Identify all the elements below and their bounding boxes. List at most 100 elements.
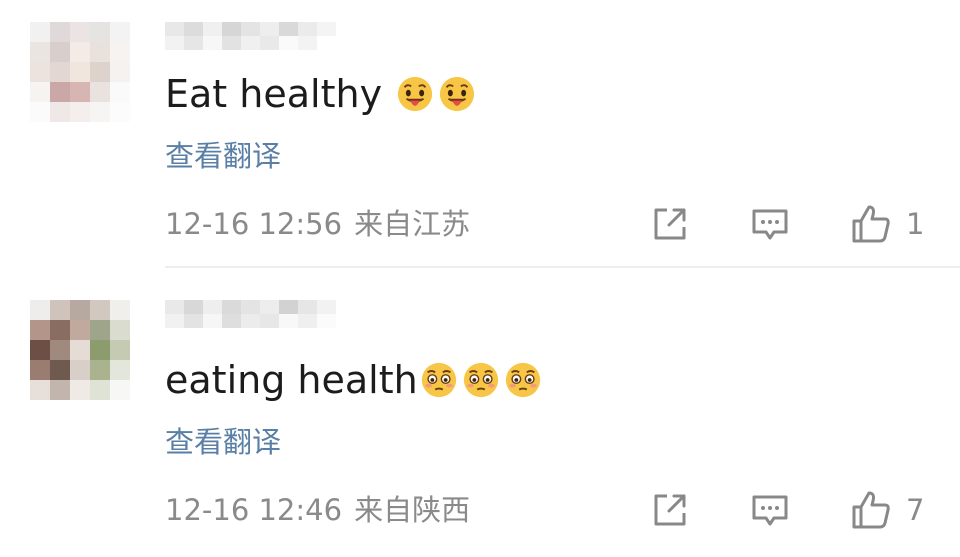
username-pixel [165,300,184,314]
avatar-pixel [90,360,110,380]
username-pixel [298,300,317,314]
username-pixel [279,36,298,50]
avatar-pixel [30,102,50,122]
username-pixelated[interactable] [165,300,336,328]
comment-text-content: eating health [165,358,418,402]
username-pixel [260,22,279,36]
flushed-emoji-icon [463,362,498,398]
username-pixel [279,300,298,314]
username-pixel [165,314,184,328]
username-pixel [241,314,260,328]
tongue-emoji-icon [397,76,433,112]
avatar-pixel [70,340,90,360]
avatar-pixel [90,102,110,122]
avatar-pixel [90,380,110,400]
flushed-emoji-icon [421,362,456,398]
username-pixel [279,314,298,328]
username-pixel [203,314,222,328]
comment-date: 12-16 12:56 [165,207,343,241]
avatar-pixel [110,82,130,102]
avatar-pixel [70,42,90,62]
username-pixel [184,314,203,328]
username-pixel [279,22,298,36]
avatar-pixel [110,22,130,42]
avatar-pixel [110,360,130,380]
username-pixel [184,22,203,36]
share-button[interactable] [650,488,690,532]
avatar-pixel [30,42,50,62]
share-button[interactable] [650,202,690,246]
avatar-pixel [30,82,50,102]
avatar-pixel [110,380,130,400]
username-pixel [241,22,260,36]
comment-meta: 12-16 12:46 来自陕西 [165,488,470,532]
flushed-emoji-icon [505,362,540,398]
avatar-pixel [70,360,90,380]
avatar-pixel [110,300,130,320]
avatar-pixel [90,82,110,102]
username-pixel [260,300,279,314]
avatar-pixel [70,300,90,320]
avatar-pixel [90,340,110,360]
comment-item: Eat healthy 查看翻译 12-16 12:56 来自江苏 1 [0,0,960,282]
avatar-pixel [50,360,70,380]
username-pixel [317,36,336,50]
avatar-pixel [30,360,50,380]
like-button[interactable]: 1 [850,202,924,246]
avatar[interactable] [30,300,130,400]
avatar-pixel [110,102,130,122]
avatar-pixel [30,62,50,82]
reply-button[interactable] [750,488,790,532]
avatar-pixel [30,380,50,400]
username-pixel [165,22,184,36]
username-pixel [222,36,241,50]
username-pixel [317,314,336,328]
avatar-pixel [110,42,130,62]
avatar-pixel [50,340,70,360]
comment-text: Eat healthy [165,66,476,122]
username-pixel [241,36,260,50]
translate-link[interactable]: 查看翻译 [165,136,281,176]
avatar-pixel [110,340,130,360]
thumbs-up-icon [852,205,890,243]
avatar-pixel [50,62,70,82]
comment-location: 来自江苏 [354,207,471,241]
avatar-pixel [70,380,90,400]
comment-icon [752,209,788,240]
thumbs-up-icon [852,491,890,529]
avatar-pixel [90,22,110,42]
comment-meta: 12-16 12:56 来自江苏 [165,202,470,246]
username-pixel [260,314,279,328]
avatar-pixel [70,102,90,122]
username-pixel [222,22,241,36]
share-icon [654,208,686,240]
avatar-pixel [50,320,70,340]
comment-text-content: Eat healthy [165,72,383,116]
comment-date: 12-16 12:46 [165,493,343,527]
divider [165,266,960,268]
avatar-pixel [50,42,70,62]
comment-icon [752,495,788,526]
avatar-pixel [50,102,70,122]
username-pixel [298,314,317,328]
avatar-pixel [30,300,50,320]
avatar[interactable] [30,22,130,122]
username-pixelated[interactable] [165,22,336,50]
like-count: 1 [906,207,925,241]
translate-link[interactable]: 查看翻译 [165,422,281,462]
avatar-pixel [70,62,90,82]
username-pixel [203,300,222,314]
reply-button[interactable] [750,202,790,246]
username-pixel [184,36,203,50]
username-pixel [165,36,184,50]
username-pixel [317,22,336,36]
like-button[interactable]: 7 [850,488,924,532]
username-pixel [317,300,336,314]
like-count: 7 [906,493,925,527]
username-pixel [298,36,317,50]
avatar-pixel [30,320,50,340]
avatar-pixel [70,82,90,102]
avatar-pixel [110,62,130,82]
username-pixel [222,314,241,328]
avatar-pixel [90,320,110,340]
